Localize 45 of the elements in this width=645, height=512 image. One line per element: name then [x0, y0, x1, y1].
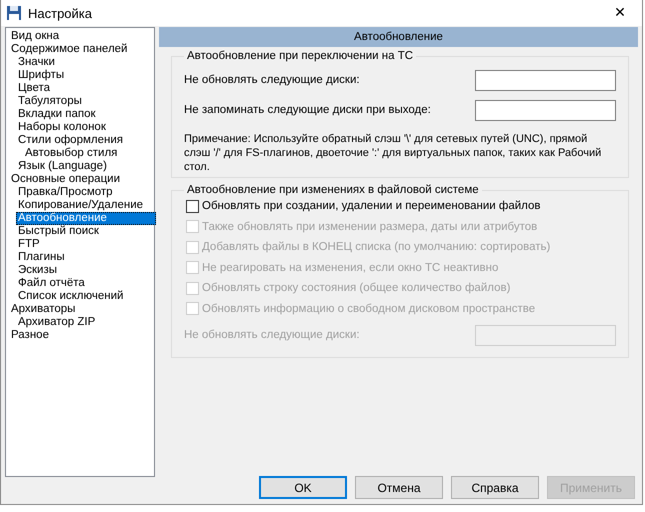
field-label: Не обновлять следующие диски:	[184, 74, 360, 86]
tree-item[interactable]: Вид окна	[9, 30, 62, 43]
checkbox-label: Не реагировать на изменения, если окно ТС неактивно	[202, 262, 498, 274]
tree-item[interactable]: FTP	[16, 238, 42, 251]
checkbox-label: Обновлять при создании, удалении и переименовании файлов	[202, 200, 540, 212]
group-title: Автообновление при переключении на ТС	[186, 50, 414, 62]
tree-item[interactable]: Правка/Просмотр	[16, 186, 115, 199]
tree-item[interactable]: Архиваторы	[9, 303, 78, 316]
window-title: Настройка	[28, 6, 92, 20]
input-field[interactable]	[475, 100, 616, 120]
tree-item[interactable]: Автовыбор стиля	[23, 147, 120, 160]
group-title: Автообновление при изменениях в файловой системе	[186, 184, 480, 196]
tree-item[interactable]: Цвета	[16, 82, 52, 95]
tree-item[interactable]: Стили оформления	[16, 134, 125, 147]
tree-item[interactable]: Значки	[16, 56, 57, 69]
tree-item[interactable]: Разное	[9, 329, 51, 342]
page-header: Автообновление	[159, 27, 638, 47]
tree-item[interactable]: Язык (Language)	[16, 160, 109, 173]
tree-item[interactable]: Наборы колонок	[16, 121, 108, 134]
tree-item[interactable]: Табуляторы	[16, 95, 84, 108]
checkbox-label: Обновлять информацию о свободном дисковом пространстве	[202, 302, 536, 315]
tree-item[interactable]: Быстрый поиск	[16, 225, 101, 238]
tree-item[interactable]: Эскизы	[16, 264, 60, 277]
note-text: Примечание: Используйте обратный слэш '\' для сетевых путей (UNC), прямой слэш '/' для FS-плагинов, двоеточие ':' для виртуальных папок, таких как Рабочий стол.	[184, 132, 602, 174]
tree-item[interactable]: Список исключений	[16, 290, 126, 303]
checkbox[interactable]	[186, 200, 199, 213]
tree-item[interactable]: Вкладки папок	[16, 108, 98, 121]
checkbox-label: Также обновлять при изменении размера, даты или атрибутов	[202, 220, 538, 233]
checkbox-label: Обновлять строку состояния (общее количество файлов)	[202, 282, 510, 294]
tree-item[interactable]: Содержимое панелей	[9, 43, 130, 56]
dialog-button[interactable]: Отмена	[355, 476, 443, 499]
dialog-button[interactable]: OK	[259, 476, 347, 499]
tree-item[interactable]: Шрифты	[16, 69, 66, 82]
checkbox-label: Добавлять файлы в КОНЕЦ списка (по умолчанию: сортировать)	[202, 241, 550, 254]
field-label: Не запоминать следующие диски при выходе:	[184, 104, 431, 116]
tree-item[interactable]: Архиватор ZIP	[16, 316, 98, 329]
dialog-button[interactable]: Справка	[451, 476, 539, 499]
tree-item[interactable]: Плагины	[16, 251, 67, 264]
tree-item[interactable]: Основные операции	[9, 173, 122, 186]
close-button[interactable]: ✕	[598, 0, 642, 26]
field-label: Не обновлять следующие диски:	[184, 329, 360, 341]
input-field[interactable]	[475, 70, 616, 90]
tree-item[interactable]: Автообновление	[16, 212, 156, 225]
tree-item[interactable]: Файл отчёта	[16, 277, 87, 290]
tree-item[interactable]: Копирование/Удаление	[16, 199, 146, 212]
